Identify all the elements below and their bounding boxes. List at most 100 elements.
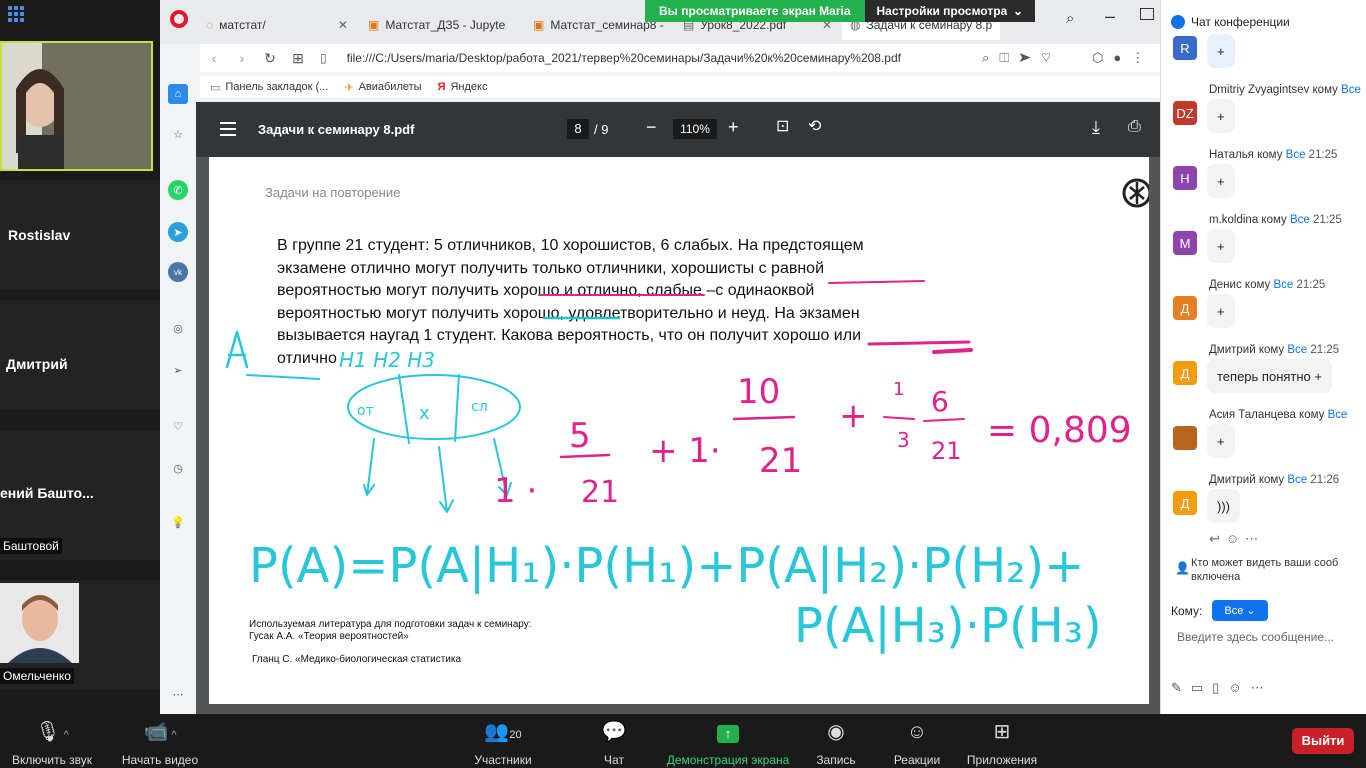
message-bubble[interactable]: + (1207, 164, 1235, 198)
apps-button[interactable]: ⊞ Приложения (964, 720, 1040, 767)
search-tabs-icon[interactable]: ⌕ (1066, 10, 1074, 27)
url-field[interactable]: file:///C:/Users/maria/Desktop/работа_20… (347, 51, 901, 65)
message-recipient[interactable]: Все (1328, 409, 1348, 421)
back-icon[interactable]: ‹ (200, 50, 228, 66)
chat-input-tools[interactable]: ✎▭▯☺⋯ (1171, 680, 1273, 696)
share-screen-button[interactable]: ↑ Демонстрация экрана (664, 720, 792, 767)
heart-icon[interactable]: ♡ (168, 416, 188, 436)
message-actions[interactable]: ↩☺⋯ (1209, 531, 1264, 547)
message-bubble[interactable]: + (1207, 424, 1235, 458)
vk-icon[interactable]: vk (168, 262, 188, 282)
close-tab-icon[interactable]: ✕ (338, 18, 348, 32)
message-sender: Наталья кому (1209, 149, 1286, 161)
profile-icons[interactable]: ⬡●⋮ (1092, 50, 1154, 66)
svg-text:P(A)=P(A|H₁)·P(H₁)+P(A|H₂)·P(H: P(A)=P(A|H₁)·P(H₁)+P(A|H₂)·P(H₂)+ (249, 538, 1084, 594)
whatsapp-icon[interactable]: ✆ (168, 180, 188, 200)
browser-tab[interactable]: ◌ матстат/ ✕ (198, 12, 356, 38)
forward-icon[interactable]: › (228, 50, 256, 66)
pin-icon[interactable]: ☆ (168, 124, 188, 144)
bookmark-item[interactable]: ▭ Панель закладок (... (210, 81, 328, 94)
unmute-button[interactable]: 🎙 ^ Включить звук (10, 720, 94, 767)
print-icon[interactable]: ⎙ (1128, 117, 1141, 137)
zoom-level-input[interactable]: 110% (673, 119, 717, 139)
participants-button[interactable]: 👥20 Участники (472, 720, 534, 767)
svg-text:P(A|H₃)·P(H₃): P(A|H₃)·P(H₃) (794, 598, 1102, 654)
tabs-grid-icon[interactable]: ⊞ (284, 50, 312, 67)
message-meta: Дмитрий кому Все 21:25 (1209, 344, 1339, 356)
minimize-icon[interactable]: – (1105, 6, 1115, 27)
person-icon: 👤 (1175, 561, 1190, 575)
participant-tile: Дмитрий (0, 300, 160, 410)
file-icon: ▯ (320, 51, 327, 65)
message-recipient[interactable]: Все (1273, 279, 1293, 291)
leave-button[interactable]: Выйти (1292, 728, 1354, 754)
message-sender: Денис кому (1209, 279, 1274, 291)
reactions-icon: ☺ (906, 721, 928, 743)
message-recipient[interactable]: Все (1341, 84, 1361, 96)
svg-text:21: 21 (759, 441, 802, 481)
gallery-view-icon[interactable] (8, 6, 24, 22)
address-bar-row: ‹ › ↻ ⊞ ▯ file:///C:/Users/maria/Desktop… (200, 44, 1160, 72)
svg-text:H1 H2 H3: H1 H2 H3 (339, 348, 435, 372)
message-recipient[interactable]: Все (1287, 474, 1307, 486)
apps-label: Приложения (966, 753, 1038, 767)
jupyter-icon: ▣ (533, 18, 545, 32)
home-icon[interactable]: ⌂ (168, 84, 188, 104)
fit-page-icon[interactable]: ⊡ (776, 117, 789, 137)
opera-logo-icon[interactable] (170, 10, 188, 28)
message-bubble[interactable]: + (1207, 99, 1235, 133)
message-bubble[interactable]: ))) (1207, 489, 1240, 523)
screen-share-banner: Вы просматриваете экран Maria Настройки … (645, 0, 1035, 22)
start-video-button[interactable]: 📹 ^ Начать видео (118, 720, 202, 767)
record-icon: ◉ (827, 721, 845, 743)
reactions-button[interactable]: ☺ Реакции (890, 720, 944, 767)
chat-message-input[interactable]: Введите здесь сообщение... (1177, 630, 1361, 644)
chat-panel: Чат конференции ↩☺⋯ Кто может видеть ваш… (1160, 0, 1366, 714)
record-button[interactable]: ◉ Запись (814, 720, 858, 767)
message-recipient[interactable]: Все (1290, 214, 1310, 226)
player-icon[interactable]: ◎ (168, 318, 188, 338)
maximize-icon[interactable] (1140, 8, 1154, 20)
folder-icon: ▭ (210, 81, 221, 94)
page-icon: ◌ (206, 18, 214, 32)
tips-icon[interactable]: 💡 (168, 512, 188, 532)
pdf-viewport: Задачи на повторение В группе 21 студент… (196, 157, 1160, 714)
telegram-icon[interactable]: ➤ (168, 222, 188, 242)
page-number-input[interactable]: 8 (567, 119, 589, 139)
view-settings-button[interactable]: Настройки просмотра ⌄ (864, 0, 1035, 22)
avatar: Д (1173, 491, 1197, 515)
zoom-out-icon[interactable]: − (646, 117, 657, 137)
history-icon[interactable]: ◷ (168, 458, 188, 478)
chat-icon: 💬 (601, 721, 627, 743)
bookmarks-bar: ▭ Панель закладок (... ✈ Авиабилеты Я Яндек… (200, 76, 1160, 98)
message-recipient[interactable]: Все (1286, 149, 1306, 161)
message-sender: Dmitriy Zvyagintsev кому (1209, 84, 1342, 96)
bookmark-item[interactable]: Я Яндекс (438, 81, 488, 93)
message-bubble[interactable]: теперь понятно + (1207, 359, 1332, 393)
send-icon[interactable]: ➢ (168, 360, 188, 380)
message-meta: m.koldina кому Все 21:25 (1209, 214, 1342, 226)
menu-icon[interactable] (220, 122, 236, 136)
message-time: 21:25 (1309, 214, 1342, 226)
message-recipient[interactable]: Все (1287, 344, 1307, 356)
bookmark-label: Яндекс (450, 81, 488, 93)
message-bubble[interactable]: + (1207, 34, 1235, 68)
message-bubble[interactable]: + (1207, 229, 1235, 263)
message-bubble[interactable]: + (1207, 294, 1235, 328)
participant-tile: Rostislav (0, 180, 160, 290)
jupyter-icon: ▣ (368, 18, 380, 32)
zoom-in-icon[interactable]: + (728, 117, 739, 137)
recipient-select[interactable]: Все ⌄ (1212, 600, 1268, 621)
more-icon[interactable]: ⋯ (168, 684, 188, 704)
chat-button[interactable]: 💬 Чат (598, 720, 630, 767)
address-bar-actions[interactable]: ⌕◫➤♡ (982, 50, 1061, 66)
svg-text:5: 5 (569, 416, 591, 456)
reload-icon[interactable]: ↻ (256, 50, 284, 67)
bookmark-item[interactable]: ✈ Авиабилеты (344, 81, 421, 94)
svg-text:= 0,809: = 0,809 (987, 410, 1132, 451)
browser-tab[interactable]: ▣ Матстат_ДЗ5 - Jupyte (360, 12, 520, 38)
handwritten-annotations: H1 H2 H3 от x сл 1 · 5 21 + 1· 10 21 + 1… (225, 280, 1132, 654)
rotate-icon[interactable]: ⟲ (808, 117, 821, 137)
message-sender: Асия Таланцева кому (1209, 409, 1328, 421)
download-icon[interactable]: ⤓ (1092, 117, 1100, 137)
